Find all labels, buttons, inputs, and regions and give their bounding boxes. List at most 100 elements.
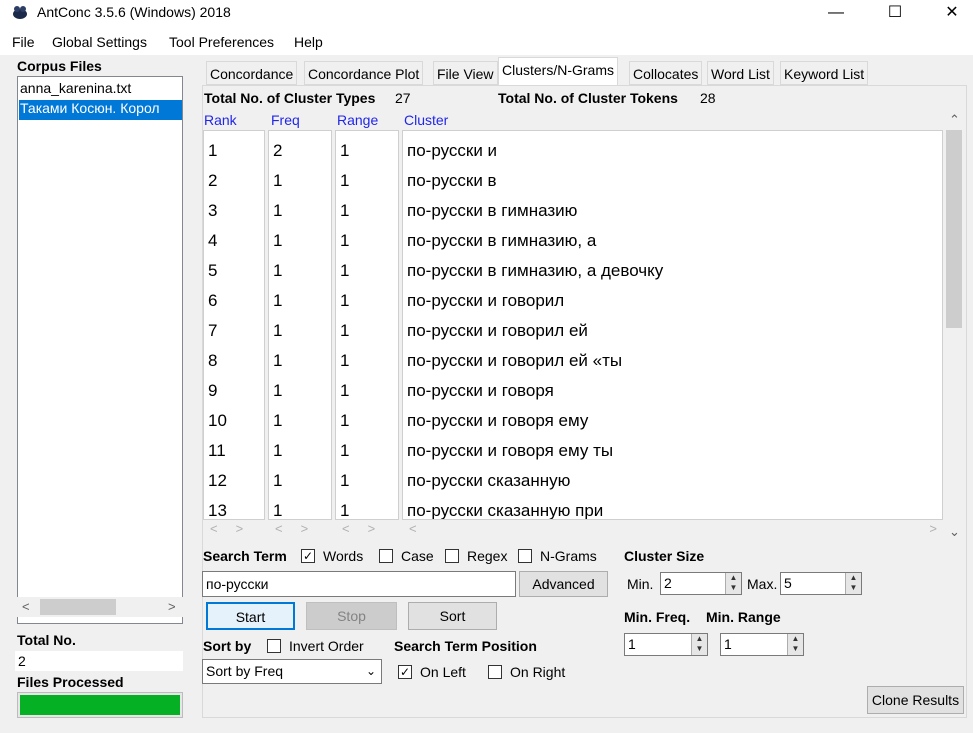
range-cell[interactable]: 1 [340,231,349,251]
range-cell[interactable]: 1 [340,381,349,401]
scroll-up-icon[interactable]: ⌃ [949,112,960,128]
column-header-freq[interactable]: Freq [271,112,300,128]
cluster-cell[interactable]: по-русски сказанную [407,471,570,491]
stop-button[interactable]: Stop [306,602,397,630]
freq-cell[interactable]: 2 [273,141,282,161]
advanced-button[interactable]: Advanced [519,571,608,597]
cluster-cell[interactable]: по-русски и говоря ему ты [407,441,613,461]
cluster-cell[interactable]: по-русски и говорил [407,291,564,311]
range-cell[interactable]: 1 [340,201,349,221]
cluster-cell[interactable]: по-русски в гимназию, а девочку [407,261,663,281]
rank-cell[interactable]: 6 [208,291,217,311]
rank-cell[interactable]: 3 [208,201,217,221]
range-cell[interactable]: 1 [340,501,349,519]
range-cell[interactable]: 1 [340,291,349,311]
tab-clusters-ngrams[interactable]: Clusters/N-Grams [498,57,619,86]
freq-column[interactable]: 2 1 1 1 1 1 1 1 1 1 1 1 1 [268,130,332,520]
menu-global-settings[interactable]: Global Settings [52,34,147,50]
rank-cell[interactable]: 5 [208,261,217,281]
rank-cell[interactable]: 12 [208,471,227,491]
corpus-file-item[interactable]: anna_karenina.txt [19,80,182,100]
rank-column-hscroll[interactable]: < > [203,521,265,537]
regex-checkbox[interactable] [445,549,459,563]
min-freq-spinner[interactable]: ▲ ▼ [691,634,707,655]
range-cell[interactable]: 1 [340,441,349,461]
column-header-rank[interactable]: Rank [204,112,237,128]
cluster-column-hscroll[interactable]: < > [402,521,943,537]
search-term-input[interactable]: по-русски [202,571,516,597]
tab-collocates[interactable]: Collocates [629,61,703,85]
on-left-checkbox[interactable]: ✓ [398,665,412,679]
freq-cell[interactable]: 1 [273,351,282,371]
scroll-right-icon[interactable]: > [168,599,176,614]
column-header-cluster[interactable]: Cluster [404,112,448,128]
scroll-down-icon[interactable]: ⌄ [949,524,960,540]
cluster-cell[interactable]: по-русски и говоря ему [407,411,588,431]
cluster-max-spinner[interactable]: ▲ ▼ [845,573,861,594]
freq-cell[interactable]: 1 [273,411,282,431]
range-cell[interactable]: 1 [340,471,349,491]
menu-file[interactable]: File [12,34,35,50]
freq-cell[interactable]: 1 [273,291,282,311]
corpus-list-hscroll-thumb[interactable] [40,599,116,615]
cluster-cell[interactable]: по-русски сказанную при [407,501,603,519]
freq-cell[interactable]: 1 [273,471,282,491]
cluster-cell[interactable]: по-русски и [407,141,497,161]
range-column[interactable]: 1 1 1 1 1 1 1 1 1 1 1 1 1 [335,130,399,520]
cluster-min-spinner[interactable]: ▲ ▼ [725,573,741,594]
rank-cell[interactable]: 11 [208,441,226,461]
range-cell[interactable]: 1 [340,351,349,371]
menu-help[interactable]: Help [294,34,323,50]
min-freq-input[interactable]: 1 ▲ ▼ [624,633,708,656]
cluster-cell[interactable]: по-русски и говорил ей «ты [407,351,622,371]
cluster-cell[interactable]: по-русски в гимназию, а [407,231,596,251]
cluster-cell[interactable]: по-русски и говоря [407,381,554,401]
words-checkbox[interactable]: ✓ [301,549,315,563]
range-cell[interactable]: 1 [340,171,349,191]
results-vscroll-thumb[interactable] [946,130,962,328]
rank-cell[interactable]: 2 [208,171,217,191]
corpus-file-list[interactable]: anna_karenina.txt Таками Косюн. Корол [17,76,183,624]
freq-cell[interactable]: 1 [273,261,282,281]
cluster-cell[interactable]: по-русски в гимназию [407,201,577,221]
rank-cell[interactable]: 4 [208,231,217,251]
start-button[interactable]: Start [206,602,295,630]
freq-cell[interactable]: 1 [273,321,282,341]
clone-results-button[interactable]: Clone Results [867,686,964,714]
scroll-left-icon[interactable]: < [22,599,30,614]
maximize-button[interactable]: ☐ [872,0,918,29]
freq-cell[interactable]: 1 [273,231,282,251]
min-range-input[interactable]: 1 ▲ ▼ [720,633,804,656]
freq-cell[interactable]: 1 [273,201,282,221]
freq-cell[interactable]: 1 [273,441,282,461]
cluster-min-input[interactable]: 2 ▲ ▼ [660,572,742,595]
close-button[interactable]: ✕ [929,0,973,29]
cluster-column[interactable]: по-русски и по-русски в по-русски в гимназ… [402,130,943,520]
cluster-cell[interactable]: по-русски и говорил ей [407,321,588,341]
tab-concordance-plot[interactable]: Concordance Plot [304,61,424,85]
minimize-button[interactable]: — [813,0,859,29]
rank-cell[interactable]: 8 [208,351,217,371]
tab-word-list[interactable]: Word List [707,61,774,85]
invert-order-checkbox[interactable] [267,639,281,653]
on-right-checkbox[interactable] [488,665,502,679]
sort-by-select[interactable]: Sort by Freq ⌄ [202,659,382,684]
rank-column[interactable]: 1 2 3 4 5 6 7 8 9 10 11 12 13 [203,130,265,520]
cluster-cell[interactable]: по-русски в [407,171,497,191]
corpus-file-item-selected[interactable]: Таками Косюн. Корол [19,100,182,120]
min-range-spinner[interactable]: ▲ ▼ [787,634,803,655]
freq-cell[interactable]: 1 [273,381,282,401]
tab-keyword-list[interactable]: Keyword List [780,61,869,85]
cluster-max-input[interactable]: 5 ▲ ▼ [780,572,862,595]
rank-cell[interactable]: 10 [208,411,227,431]
sort-button[interactable]: Sort [408,602,497,630]
case-checkbox[interactable] [379,549,393,563]
range-cell[interactable]: 1 [340,411,349,431]
range-column-hscroll[interactable]: < > [335,521,399,537]
tab-concordance[interactable]: Concordance [206,61,298,85]
freq-cell[interactable]: 1 [273,171,282,191]
ngrams-checkbox[interactable] [518,549,532,563]
freq-cell[interactable]: 1 [273,501,282,519]
range-cell[interactable]: 1 [340,321,349,341]
column-header-range[interactable]: Range [337,112,378,128]
